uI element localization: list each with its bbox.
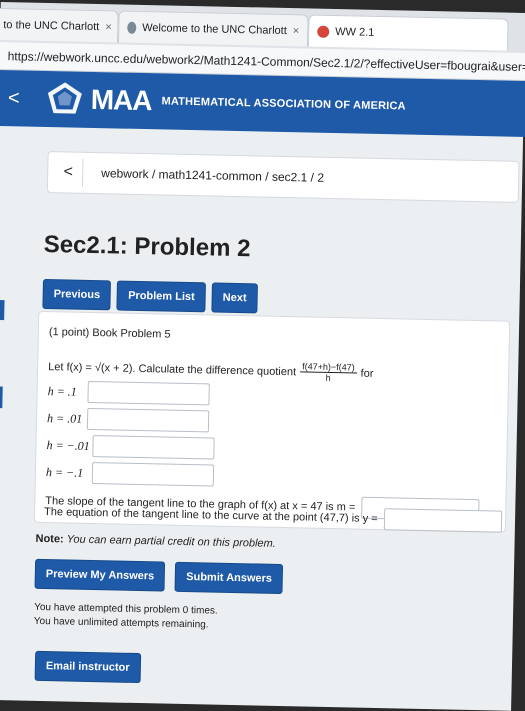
breadcrumb-back-icon[interactable]: < [53, 158, 84, 187]
webwork-icon [317, 25, 330, 38]
preview-answers-button[interactable]: Preview My Answers [34, 558, 166, 592]
intro-text: Let f(x) = √(x + 2). Calculate the diffe… [48, 360, 297, 378]
difference-quotient: f(47+h)−f(47) h [300, 361, 357, 383]
answer-field-h4[interactable] [91, 462, 215, 487]
h-row-3: h = −.01 [46, 434, 215, 460]
previous-button[interactable]: Previous [42, 278, 112, 311]
problem-panel: (1 point) Book Problem 5 Let f(x) = √(x … [33, 310, 511, 533]
h-label: h = −.1 [45, 464, 84, 480]
fraction-numerator: f(47+h)−f(47) [300, 361, 357, 374]
note-text: You can earn partial credit on this prob… [66, 533, 276, 550]
h-row-4: h = −.1 [45, 461, 215, 487]
side-accent [0, 385, 3, 409]
problem-nav: Previous Problem List Next [42, 278, 258, 314]
h-row-2: h = .01 [46, 407, 210, 433]
tab-title: WW 2.1 [335, 25, 375, 39]
fraction-denominator: h [325, 372, 331, 383]
intro-suffix: for [360, 367, 374, 380]
partial-credit-note: Note: You can earn partial credit on thi… [35, 533, 275, 550]
email-section: Email instructor [34, 650, 141, 684]
h-label: h = .1 [47, 383, 77, 399]
brand-name: MAA [90, 83, 152, 117]
close-icon[interactable]: × [105, 21, 112, 33]
globe-icon [127, 21, 137, 34]
breadcrumb-text[interactable]: webwork / math1241-common / sec2.1 / 2 [101, 166, 324, 185]
back-icon[interactable]: < [0, 86, 29, 110]
tab-title: to the UNC Charlott [3, 18, 100, 33]
page-title: Sec2.1: Problem 2 [43, 230, 251, 263]
note-label: Note: [35, 532, 64, 546]
close-icon[interactable]: × [293, 25, 300, 37]
maa-logo-icon [44, 79, 85, 120]
brand-subtitle: MATHEMATICAL ASSOCIATION OF AMERICA [161, 95, 406, 113]
screen: to the UNC Charlott × Welcome to the UNC… [0, 2, 525, 711]
h-label: h = .01 [46, 410, 83, 426]
h-row-1: h = .1 [47, 380, 210, 406]
answer-field-h1[interactable] [87, 380, 210, 406]
h-label: h = −.01 [46, 437, 90, 453]
problem-header: (1 point) Book Problem 5 [48, 326, 171, 341]
tab-unc-2[interactable]: Welcome to the UNC Charlott × [117, 10, 309, 47]
side-accent [0, 299, 5, 321]
url-text: https://webwork.uncc.edu/webwork2/Math12… [7, 48, 525, 74]
tab-unc-1[interactable]: to the UNC Charlott × [0, 7, 119, 43]
answer-field-h2[interactable] [86, 407, 210, 433]
submit-answers-button[interactable]: Submit Answers [174, 561, 284, 595]
equation-answer-field[interactable] [383, 508, 502, 533]
answer-actions: Preview My Answers Submit Answers [34, 558, 284, 595]
site-header: < MAA MATHEMATICAL ASSOCIATION OF AMERIC… [0, 69, 525, 138]
attempt-status: You have attempted this problem 0 times.… [34, 601, 218, 633]
tab-title: Welcome to the UNC Charlott [142, 21, 287, 37]
problem-list-button[interactable]: Problem List [116, 280, 207, 313]
equation-text: The equation of the tangent line to the … [43, 506, 378, 526]
problem-intro: Let f(x) = √(x + 2). Calculate the diffe… [48, 356, 374, 384]
breadcrumb: < webwork / math1241-common / sec2.1 / 2 [46, 151, 520, 203]
email-instructor-button[interactable]: Email instructor [34, 650, 141, 684]
tab-ww[interactable]: WW 2.1 [307, 14, 509, 51]
remaining-text: You have unlimited attempts remaining. [33, 615, 209, 631]
answer-field-h3[interactable] [92, 435, 215, 460]
next-button[interactable]: Next [211, 282, 258, 314]
